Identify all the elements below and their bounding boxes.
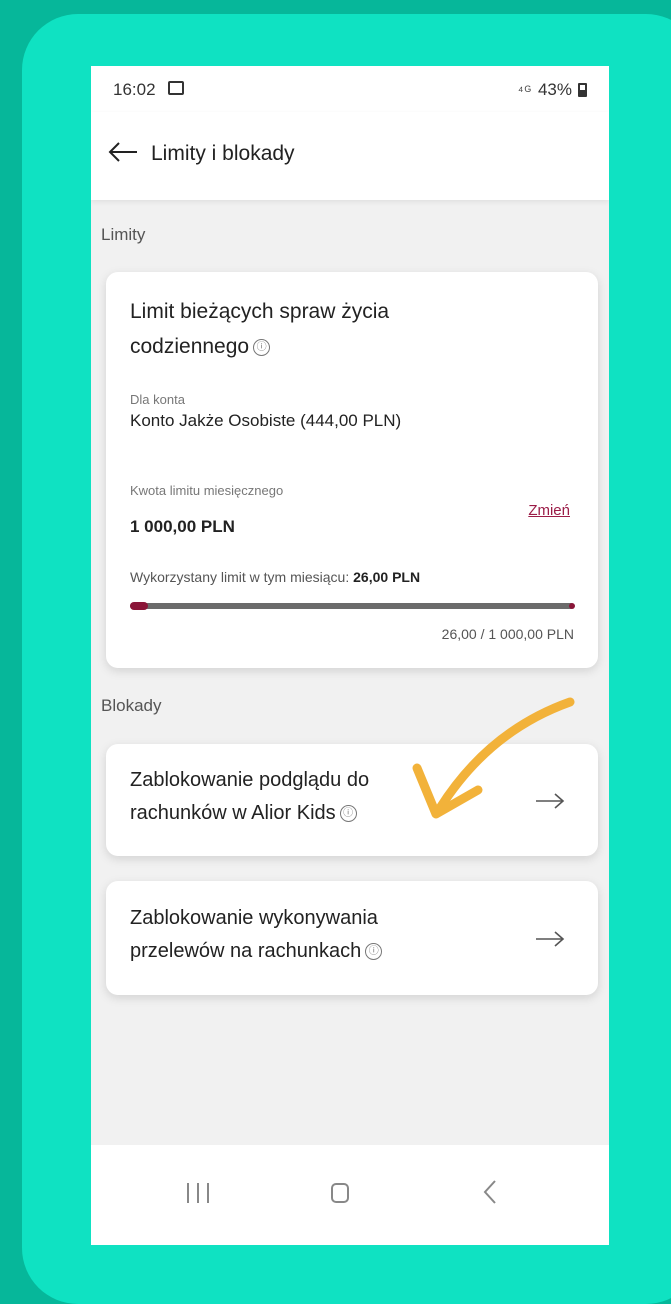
arrow-right-icon[interactable] xyxy=(534,791,566,811)
limit-progress-bar xyxy=(130,602,575,610)
recent-apps-icon[interactable] xyxy=(187,1183,209,1203)
block-card-transfers[interactable]: Zablokowanie wykonywania przelewów na ra… xyxy=(106,881,598,995)
home-icon[interactable] xyxy=(331,1183,349,1203)
status-time: 16:02 xyxy=(113,80,156,99)
limit-card: Limit bieżących spraw życia codziennego ⓘ… xyxy=(106,272,598,668)
battery-percent: 43% xyxy=(537,80,572,99)
gallery-notification-icon xyxy=(168,81,184,95)
info-icon[interactable]: ⓘ xyxy=(339,805,357,822)
nav-back-icon[interactable] xyxy=(483,1179,497,1210)
block-card-title: Zablokowanie podglądu do rachunków w Ali… xyxy=(130,764,460,830)
account-label: Dla konta xyxy=(130,392,185,407)
status-right-group: ⁴ᴳ 43% xyxy=(518,80,587,100)
used-limit-label: Wykorzystany limit w tym miesiącu: xyxy=(130,569,350,585)
limit-progress-fill xyxy=(130,602,148,610)
arrow-right-icon[interactable] xyxy=(534,929,566,949)
block-card-title-text: Zablokowanie podglądu do rachunków w Ali… xyxy=(130,769,370,824)
block-card-kids-view[interactable]: Zablokowanie podglądu do rachunków w Ali… xyxy=(106,744,598,856)
section-title-limits: Limity xyxy=(101,225,146,244)
limit-card-title: Limit bieżących spraw życia codziennego ⓘ xyxy=(130,294,470,364)
monthly-limit-value: 1 000,00 PLN xyxy=(130,517,235,536)
change-limit-link[interactable]: Zmień xyxy=(528,502,570,519)
back-arrow-icon[interactable] xyxy=(107,140,139,164)
block-card-title: Zablokowanie wykonywania przelewów na ra… xyxy=(130,902,460,968)
section-title-blocks: Blokady xyxy=(101,696,162,715)
signal-icon: ⁴ᴳ xyxy=(517,82,532,98)
limit-progress-end xyxy=(569,603,575,609)
battery-icon xyxy=(578,83,587,97)
info-icon[interactable]: ⓘ xyxy=(253,339,271,356)
used-limit-value: 26,00 PLN xyxy=(353,569,421,585)
phone-screen: 16:02 ⁴ᴳ 43% Limity i blokady Limity Lim… xyxy=(91,66,609,1245)
page-title: Limity i blokady xyxy=(151,142,295,165)
limit-progress-text: 26,00 / 1 000,00 PLN xyxy=(441,626,574,642)
account-value: Konto Jakże Osobiste (444,00 PLN) xyxy=(130,411,402,430)
status-bar: 16:02 ⁴ᴳ 43% xyxy=(91,66,609,112)
used-limit-line: Wykorzystany limit w tym miesiącu: 26,00… xyxy=(130,569,420,585)
info-icon[interactable]: ⓘ xyxy=(365,943,383,960)
block-card-title-text: Zablokowanie wykonywania przelewów na ra… xyxy=(130,907,378,962)
system-nav-bar xyxy=(91,1145,609,1245)
monthly-limit-label: Kwota limitu miesięcznego xyxy=(130,483,284,498)
app-bar: Limity i blokady xyxy=(91,112,609,200)
